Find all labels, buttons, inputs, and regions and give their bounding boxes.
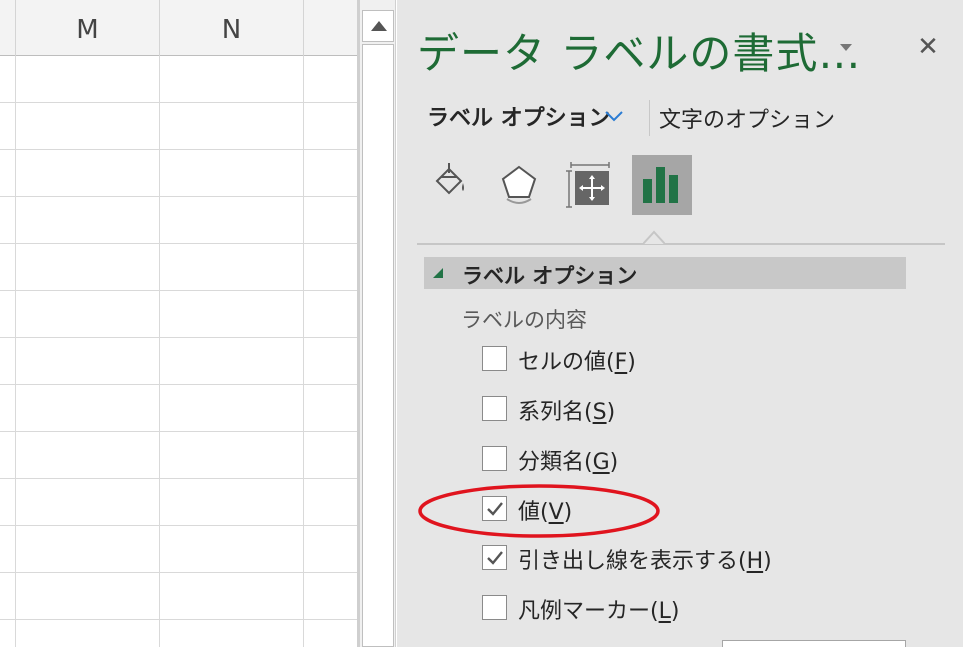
label-option-text: 系列名(S) (518, 394, 615, 426)
option-label-suffix: ) (627, 350, 636, 375)
label-option-text: 引き出し線を表示する(H) (518, 543, 772, 575)
option-label: 値( (518, 500, 549, 525)
icon-row-separator (417, 243, 945, 245)
tab-text-options[interactable]: 文字のオプション (659, 102, 835, 134)
column-header-row: M N (0, 0, 360, 56)
option-label: 分類名( (518, 450, 593, 475)
tab-label-options[interactable]: ラベル オプション (427, 100, 611, 132)
option-label-suffix: ) (763, 549, 772, 574)
grid-line (0, 337, 358, 338)
label-option-text: 凡例マーカー(L) (518, 593, 679, 625)
grid-line (303, 56, 304, 647)
partial-button[interactable] (722, 640, 906, 647)
checkmark-icon (487, 551, 503, 565)
checkbox-unchecked[interactable] (482, 396, 507, 421)
pane-title: データ ラベルの書式… (417, 29, 862, 78)
checkbox-unchecked[interactable] (482, 446, 507, 471)
vertical-scrollbar[interactable] (360, 0, 396, 647)
format-data-labels-pane: データ ラベルの書式… ✕ ラベル オプション 文字のオプション ラベル オプシ… (397, 0, 963, 647)
checkbox-unchecked[interactable] (482, 595, 507, 620)
grid-line (0, 619, 358, 620)
pane-options-dropdown-icon[interactable] (837, 38, 857, 58)
option-label: 引き出し線を表示する( (518, 549, 747, 574)
label-option-row[interactable]: 引き出し線を表示する(H) (482, 543, 882, 575)
fill-line-icon[interactable] (417, 155, 477, 215)
option-label: 系列名( (518, 400, 593, 425)
label-options-icon[interactable] (632, 155, 692, 215)
grid-line (159, 56, 160, 647)
option-label: 凡例マーカー( (518, 599, 659, 624)
label-option-row[interactable]: 値(V) (482, 494, 882, 526)
spreadsheet-grid[interactable]: M N (0, 0, 360, 647)
grid-line (0, 290, 358, 291)
grid-line (0, 149, 358, 150)
grid-line (0, 196, 358, 197)
grid-line (0, 384, 358, 385)
column-header-m[interactable]: M (16, 0, 160, 56)
section-label: ラベル オプション (462, 264, 638, 288)
collapse-triangle-icon[interactable] (432, 267, 444, 279)
chevron-down-icon[interactable] (603, 104, 625, 126)
grid-line (0, 525, 358, 526)
access-key: F (614, 350, 628, 375)
label-contains-heading: ラベルの内容 (461, 308, 587, 332)
size-properties-icon[interactable] (561, 155, 621, 215)
grid-line (0, 431, 358, 432)
option-label: セルの値( (518, 350, 615, 375)
option-label-suffix: ) (563, 500, 573, 525)
column-header-next[interactable] (304, 0, 360, 56)
category-icon-row (417, 155, 717, 217)
access-key: L (658, 599, 671, 624)
scroll-up-button[interactable] (362, 10, 394, 42)
checkbox-checked[interactable] (482, 496, 507, 521)
label-option-text: セルの値(F) (518, 344, 636, 376)
access-key: H (746, 549, 764, 574)
selected-pointer-icon (643, 230, 665, 245)
pane-tab-row: ラベル オプション 文字のオプション (427, 100, 947, 136)
checkbox-unchecked[interactable] (482, 346, 507, 371)
tab-divider (649, 100, 650, 136)
option-label-suffix: ) (606, 400, 616, 425)
label-option-row[interactable]: 凡例マーカー(L) (482, 593, 882, 625)
access-key: S (592, 400, 607, 425)
label-option-row[interactable]: セルの値(F) (482, 344, 882, 376)
label-option-row[interactable]: 系列名(S) (482, 394, 882, 426)
effects-icon[interactable] (489, 155, 549, 215)
label-option-text: 分類名(G) (518, 444, 618, 476)
label-option-text: 値(V) (518, 494, 572, 526)
option-label-suffix: ) (670, 599, 680, 624)
grid-line (15, 56, 16, 647)
close-icon[interactable]: ✕ (915, 32, 941, 62)
access-key: G (592, 450, 610, 475)
scroll-thumb[interactable] (362, 44, 394, 647)
checkbox-checked[interactable] (482, 545, 507, 570)
column-header-partial[interactable] (0, 0, 16, 56)
grid-line (0, 243, 358, 244)
checkmark-icon (487, 502, 503, 516)
grid-line (0, 478, 358, 479)
label-option-row[interactable]: 分類名(G) (482, 444, 882, 476)
option-label-suffix: ) (609, 450, 619, 475)
column-header-n[interactable]: N (160, 0, 304, 56)
grid-line (0, 102, 358, 103)
section-header-label-options[interactable]: ラベル オプション (424, 257, 906, 289)
grid-line (0, 572, 358, 573)
access-key: V (548, 500, 564, 525)
